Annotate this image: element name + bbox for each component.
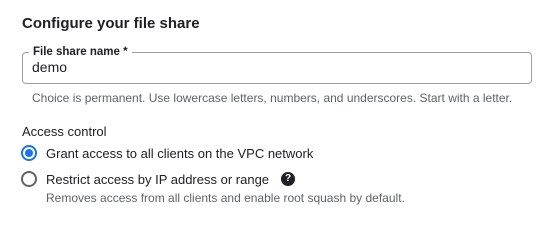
file-share-name-input[interactable] — [32, 59, 512, 75]
file-share-name-field[interactable]: File share name * — [22, 45, 532, 84]
radio-button-checked[interactable] — [21, 145, 37, 161]
section-title: Configure your file share — [22, 15, 200, 32]
file-share-name-label: File share name * — [29, 45, 132, 59]
radio-label-restrict-ip: Restrict access by IP address or range — [46, 171, 270, 187]
access-control-title: Access control — [22, 124, 107, 139]
radio-label-grant-all: Grant access to all clients on the VPC n… — [46, 145, 314, 161]
radio-option-restrict-ip[interactable]: Restrict access by IP address or range ? — [21, 171, 296, 187]
radio-description-restrict-ip: Removes access from all clients and enab… — [46, 191, 405, 205]
question-icon[interactable]: ? — [281, 172, 296, 186]
file-share-name-helper: Choice is permanent. Use lowercase lette… — [32, 91, 513, 105]
radio-option-grant-all[interactable]: Grant access to all clients on the VPC n… — [21, 145, 313, 161]
radio-button-unchecked[interactable] — [21, 171, 37, 187]
